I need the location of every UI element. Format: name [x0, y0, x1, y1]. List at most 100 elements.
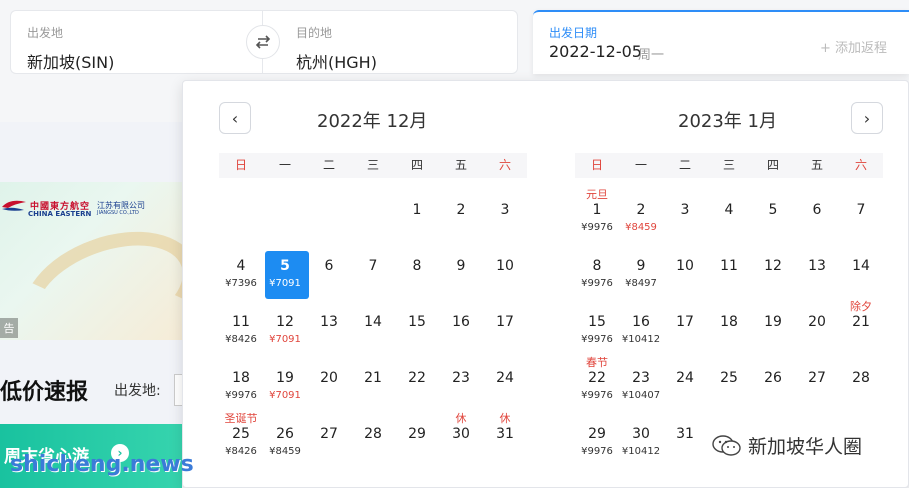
day-cell[interactable]: 元旦 1 ¥9976 [575, 184, 619, 240]
day-cell[interactable]: 21 [351, 352, 395, 408]
day-cell[interactable]: 20 [307, 352, 351, 408]
day-price: ¥10412 [621, 334, 661, 345]
day-cell[interactable]: 28 [351, 408, 395, 464]
day-cell[interactable]: 15 [395, 296, 439, 352]
day-cell[interactable]: 7 [351, 240, 395, 296]
add-return-button[interactable]: + 添加返程 [820, 37, 887, 56]
day-cell[interactable]: 1 [395, 184, 439, 240]
day-cell[interactable]: 28 [839, 352, 883, 408]
day-number: 13 [320, 314, 338, 330]
day-cell[interactable]: 8 ¥9976 [575, 240, 619, 296]
airline-name-en: CHINA EASTERN [28, 210, 92, 218]
day-cell[interactable]: 6 [795, 184, 839, 240]
day-cell[interactable]: 29 [395, 408, 439, 464]
day-cell[interactable]: 11 [707, 240, 751, 296]
swap-button[interactable] [246, 25, 280, 59]
day-cell[interactable]: 12 [751, 240, 795, 296]
day-number: 20 [808, 314, 826, 330]
day-cell[interactable]: 20 [795, 296, 839, 352]
day-cell[interactable]: 29 ¥9976 [575, 408, 619, 464]
day-number: 17 [676, 314, 694, 330]
day-number: 7 [368, 258, 378, 274]
day-cell[interactable]: 8 [395, 240, 439, 296]
day-number: 6 [324, 258, 334, 274]
day-cell[interactable]: 14 [351, 296, 395, 352]
day-cell[interactable]: 休 30 [439, 408, 483, 464]
holiday-label: 除夕 [850, 300, 872, 313]
day-number: 27 [808, 370, 826, 386]
departure-date-field[interactable]: 出发日期 2022-12-05 周一 + 添加返程 [533, 10, 909, 74]
day-cell[interactable]: 13 [795, 240, 839, 296]
day-price: ¥9976 [581, 222, 613, 233]
day-cell[interactable]: 26 [751, 352, 795, 408]
departure-date-value[interactable]: 2022-12-05 [549, 42, 642, 61]
day-price: ¥7091 [269, 334, 301, 345]
day-price: ¥9976 [581, 278, 613, 289]
destination-value[interactable]: 杭州(HGH) [296, 49, 377, 73]
day-cell[interactable]: 18 [707, 296, 751, 352]
day-number: 11 [720, 258, 738, 274]
day-cell[interactable]: 圣诞节 25 ¥8426 [219, 408, 263, 464]
departure-field[interactable]: 出发地 新加坡(SIN) [10, 10, 262, 74]
day-number: 10 [496, 258, 514, 274]
day-cell[interactable]: 7 [839, 184, 883, 240]
departure-label: 出发地 [27, 26, 64, 40]
day-price: ¥7091 [269, 278, 301, 289]
day-cell[interactable]: 4 [707, 184, 751, 240]
day-cell[interactable]: 5 [751, 184, 795, 240]
day-cell[interactable]: 12 ¥7091 [263, 296, 307, 352]
weekday-label: 三 [722, 158, 735, 172]
holiday-label: 休 [499, 412, 511, 425]
day-number: 12 [764, 258, 782, 274]
day-number: 25 [720, 370, 738, 386]
day-cell[interactable]: 31 [663, 408, 707, 464]
day-cell[interactable]: 26 ¥8459 [263, 408, 307, 464]
day-cell[interactable]: 春节 22 ¥9976 [575, 352, 619, 408]
day-cell[interactable]: 6 [307, 240, 351, 296]
day-cell[interactable]: 3 [663, 184, 707, 240]
airline-ad-banner[interactable]: 中國東方航空 CHINA EASTERN 江苏有限公司 JIANGSU CO.,… [0, 182, 182, 340]
day-cell[interactable]: 除夕 21 [839, 296, 883, 352]
day-cell[interactable]: 16 ¥10412 [619, 296, 663, 352]
weekday-label: 一 [634, 158, 647, 172]
day-cell[interactable]: 13 [307, 296, 351, 352]
day-cell[interactable]: 11 ¥8426 [219, 296, 263, 352]
day-cell[interactable]: 25 [707, 352, 751, 408]
day-cell[interactable]: 休 31 [483, 408, 527, 464]
day-cell[interactable]: 17 [663, 296, 707, 352]
weekday-label: 二 [322, 158, 335, 172]
day-cell[interactable]: 10 [483, 240, 527, 296]
day-number: 30 [632, 426, 650, 442]
day-cell[interactable]: 18 ¥9976 [219, 352, 263, 408]
day-cell[interactable]: 9 [439, 240, 483, 296]
day-cell[interactable]: 15 ¥9976 [575, 296, 619, 352]
day-cell[interactable]: 4 ¥7396 [219, 240, 263, 296]
day-cell[interactable]: 24 [663, 352, 707, 408]
day-cell[interactable]: 27 [795, 352, 839, 408]
day-cell[interactable]: 30 ¥10412 [619, 408, 663, 464]
day-cell[interactable]: 19 [751, 296, 795, 352]
day-cell[interactable]: 3 [483, 184, 527, 240]
day-price: ¥7091 [269, 390, 301, 401]
prev-month-button[interactable]: ‹ [219, 102, 251, 134]
departure-value[interactable]: 新加坡(SIN) [27, 49, 114, 73]
day-cell[interactable]: 23 ¥10407 [619, 352, 663, 408]
month-panel: 日 一 二 三 四 五 六 元旦 1 ¥9976 2 ¥8459 3 4 5 6 7 8 ¥9976 9 ¥8497 1… [575, 153, 883, 464]
selected-day-cell[interactable]: 5 ¥7091 [263, 240, 309, 299]
day-number: 24 [676, 370, 694, 386]
day-cell[interactable]: 24 [483, 352, 527, 408]
day-cell[interactable]: 10 [663, 240, 707, 296]
day-cell[interactable]: 14 [839, 240, 883, 296]
day-cell[interactable]: 23 [439, 352, 483, 408]
day-cell[interactable]: 2 ¥8459 [619, 184, 663, 240]
day-cell[interactable]: 16 [439, 296, 483, 352]
day-cell[interactable]: 27 [307, 408, 351, 464]
day-cell[interactable]: 9 ¥8497 [619, 240, 663, 296]
departure-date-label: 出发日期 [549, 26, 598, 40]
day-cell[interactable]: 2 [439, 184, 483, 240]
day-cell[interactable]: 17 [483, 296, 527, 352]
destination-field[interactable]: 目的地 杭州(HGH) [262, 10, 518, 74]
day-cell[interactable]: 19 ¥7091 [263, 352, 307, 408]
next-month-button[interactable]: › [851, 102, 883, 134]
day-cell[interactable]: 22 [395, 352, 439, 408]
